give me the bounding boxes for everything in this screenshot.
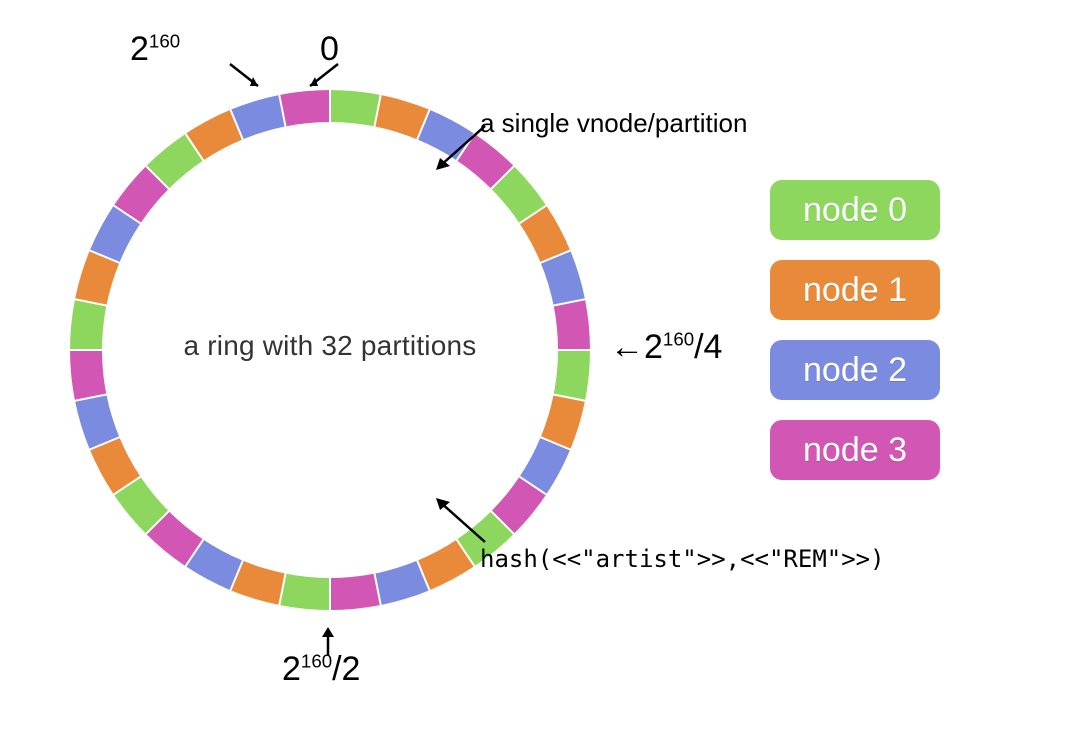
- diagram-stage: a ring with 32 partitions 0 2160 ←2160/4…: [0, 0, 1080, 738]
- marker-quarter: ←2160/4: [610, 328, 722, 367]
- legend-node-2: node 2: [770, 340, 940, 400]
- arrow-hash: [430, 490, 490, 550]
- arrow-top-left: [228, 62, 268, 90]
- legend-node-0: node 0: [770, 180, 940, 240]
- ring-caption: a ring with 32 partitions: [60, 330, 600, 362]
- annotation-hash: hash(<<"artist">>,<<"REM">>): [480, 545, 885, 573]
- legend-node-3: node 3: [770, 420, 940, 480]
- annotation-vnode: a single vnode/partition: [480, 108, 747, 139]
- legend: node 0 node 1 node 2 node 3: [770, 180, 940, 480]
- legend-node-1: node 1: [770, 260, 940, 320]
- arrow-bottom: [315, 625, 341, 657]
- marker-2-160: 2160: [130, 30, 180, 69]
- arrow-top-right: [300, 62, 340, 90]
